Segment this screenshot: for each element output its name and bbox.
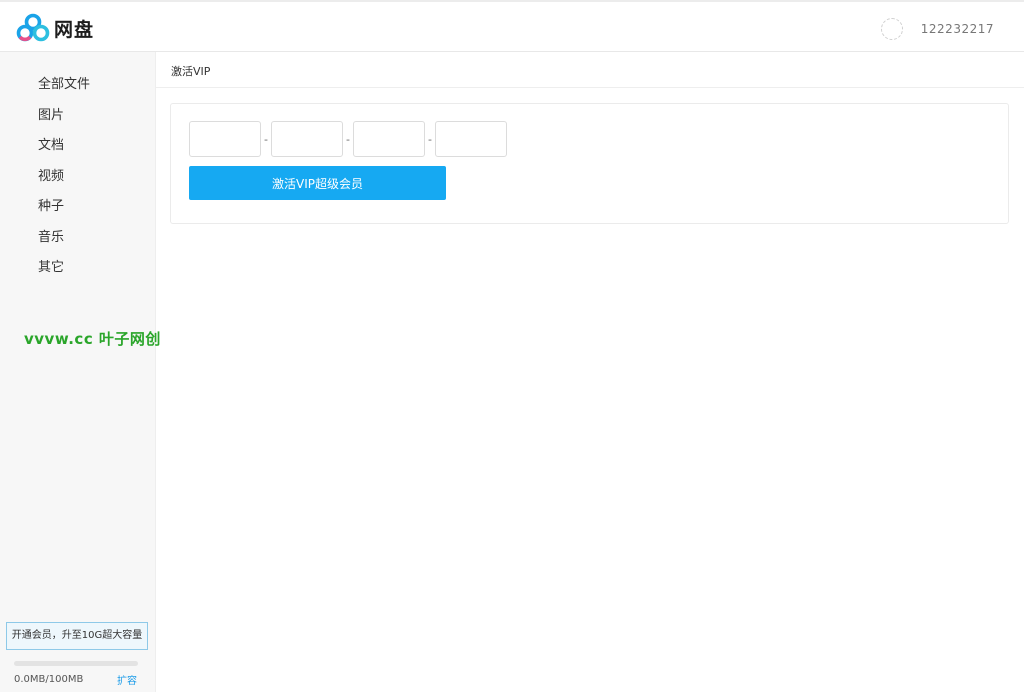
- username: 122232217: [920, 22, 994, 36]
- storage-usage-text: 0.0MB/100MB: [14, 674, 84, 685]
- user-avatar-icon[interactable]: [880, 18, 903, 40]
- top-header: 网盘 122232217: [0, 0, 1024, 52]
- user-menu[interactable]: 122232217: [880, 18, 994, 40]
- breadcrumb: 激活VIP: [171, 65, 211, 78]
- sidebar: 全部文件 图片 文档 视频 种子 音乐 其它 开通会员，升至10G超大容量 0.…: [0, 52, 156, 692]
- sidebar-item-videos[interactable]: 视频: [0, 162, 155, 193]
- app-window: 网盘 122232217 全部文件 图片 文档 视频 种子 音乐 其它 开通会员…: [0, 0, 1024, 692]
- activation-code-input-4[interactable]: [435, 121, 507, 157]
- breadcrumb-bar: 激活VIP: [156, 52, 1024, 88]
- sidebar-item-music[interactable]: 音乐: [0, 223, 155, 254]
- activate-vip-button[interactable]: 激活VIP超级会员: [189, 166, 446, 200]
- logo[interactable]: 网盘: [16, 13, 94, 43]
- sidebar-item-other[interactable]: 其它: [0, 253, 155, 284]
- expand-storage-link[interactable]: 扩容: [117, 672, 137, 687]
- code-separator: -: [264, 132, 268, 146]
- activation-code-row: - - -: [189, 121, 507, 157]
- code-separator: -: [428, 132, 432, 146]
- sidebar-item-images[interactable]: 图片: [0, 101, 155, 132]
- cloud-rings-logo-icon: [16, 13, 50, 42]
- code-separator: -: [346, 132, 350, 146]
- sidebar-item-all-files[interactable]: 全部文件: [0, 70, 155, 101]
- sidebar-item-documents[interactable]: 文档: [0, 131, 155, 162]
- vip-activation-panel: - - - 激活VIP超级会员: [170, 103, 1009, 224]
- app-name: 网盘: [54, 18, 95, 41]
- activation-code-input-1[interactable]: [189, 121, 261, 157]
- activation-code-input-2[interactable]: [271, 121, 343, 157]
- activation-code-input-3[interactable]: [353, 121, 425, 157]
- upgrade-vip-banner[interactable]: 开通会员，升至10G超大容量: [6, 622, 148, 650]
- sidebar-item-torrents[interactable]: 种子: [0, 192, 155, 223]
- storage-progress-bar: [14, 661, 138, 666]
- sidebar-nav: 全部文件 图片 文档 视频 种子 音乐 其它: [0, 52, 155, 284]
- watermark-text: vvvw.cc 叶子网创: [24, 330, 161, 348]
